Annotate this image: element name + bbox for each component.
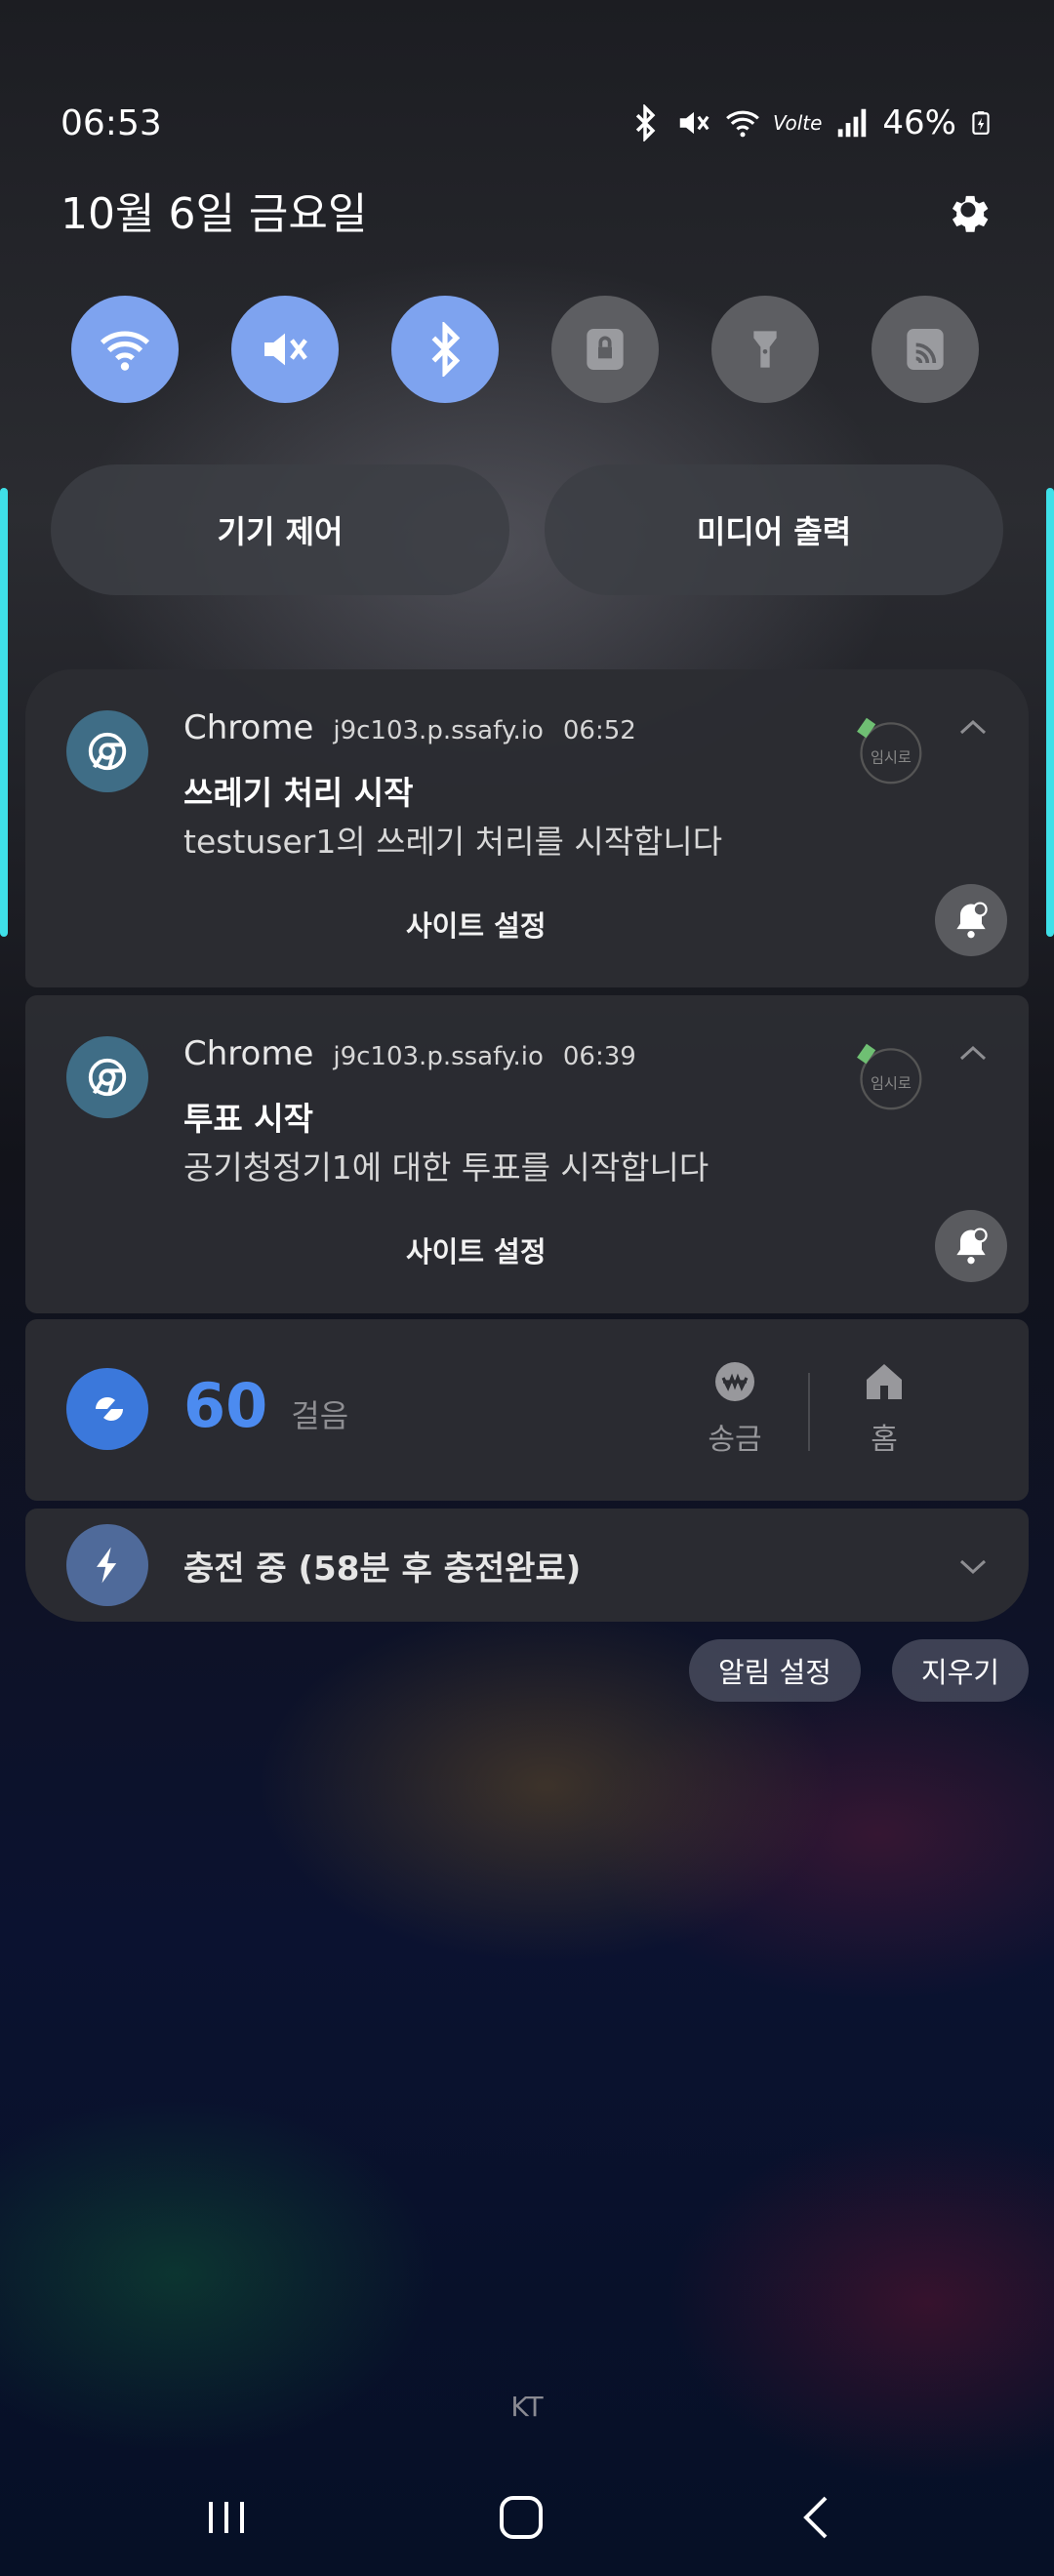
- date-row: 10월 6일 금요일: [61, 176, 993, 244]
- status-bar: 06:53 Volte 46%: [61, 98, 993, 148]
- notification-time: 06:39: [562, 1042, 636, 1071]
- wifi-icon: [726, 110, 759, 138]
- app-name: Chrome: [183, 708, 314, 747]
- mute-icon: [679, 111, 709, 135]
- charging-status: 충전 중 (58분 후 충전완료): [183, 1550, 582, 1589]
- tile-bluetooth[interactable]: [391, 296, 499, 403]
- volte-label: Volte: [772, 111, 823, 135]
- tile-sound-mute[interactable]: [231, 296, 339, 403]
- send-money-label: 송금: [708, 1423, 762, 1457]
- notification-title: 쓰레기 처리 시작: [183, 774, 414, 812]
- send-money-shortcut[interactable]: 송금: [686, 1358, 784, 1458]
- tile-screen-lock[interactable]: [551, 296, 659, 403]
- chrome-icon: [88, 1058, 127, 1097]
- bluetooth-icon: [635, 104, 656, 141]
- home-icon: [867, 1364, 902, 1399]
- notification-actions: 알림 설정 지우기: [689, 1639, 1029, 1702]
- lightning-icon: [97, 1547, 117, 1584]
- notification-header: Chrome j9c103.p.ssafy.io 06:39: [183, 1034, 636, 1073]
- tile-cast[interactable]: [872, 296, 979, 403]
- home-button-icon[interactable]: [492, 2488, 550, 2547]
- control-pills: 기기 제어 미디어 출력: [51, 464, 1003, 595]
- chrome-app-icon: [66, 1036, 148, 1118]
- notification-card[interactable]: Chrome j9c103.p.ssafy.io 06:39 임시로 투표 시작…: [25, 995, 1029, 1313]
- home-shortcut[interactable]: 홈: [835, 1358, 933, 1458]
- notification-settings-button[interactable]: 알림 설정: [689, 1639, 861, 1702]
- device-control-button[interactable]: 기기 제어: [51, 464, 509, 595]
- notification-body: testuser1의 쓰레기 처리를 시작합니다: [183, 823, 723, 861]
- flashlight-icon: [753, 331, 777, 368]
- charging-app-icon: [66, 1524, 148, 1606]
- steps-card[interactable]: 60 걸음 송금 홈: [25, 1319, 1029, 1501]
- send-money-icon: [715, 1362, 754, 1401]
- status-icons: Volte 46%: [627, 103, 993, 142]
- site-settings-button[interactable]: 사이트 설정: [406, 904, 547, 945]
- mute-icon: [264, 333, 307, 366]
- chrome-icon: [88, 732, 127, 771]
- notification-header: Chrome j9c103.p.ssafy.io 06:52: [183, 708, 636, 747]
- step-unit: 걸음: [291, 1397, 349, 1434]
- clear-all-button[interactable]: 지우기: [891, 1639, 1029, 1702]
- notification-title: 투표 시작: [183, 1100, 313, 1138]
- divider: [808, 1373, 810, 1451]
- notification-card[interactable]: Chrome j9c103.p.ssafy.io 06:52 임시로 쓰레기 처…: [25, 669, 1029, 987]
- pay-app-icon: [66, 1368, 148, 1450]
- chrome-app-icon: [66, 710, 148, 792]
- notification-body: 공기청정기1에 대한 투표를 시작합니다: [183, 1148, 709, 1187]
- tile-wifi[interactable]: [71, 296, 179, 403]
- snooze-button[interactable]: [935, 1210, 1007, 1282]
- signal-icon: [838, 108, 867, 138]
- date-label: 10월 6일 금요일: [61, 189, 368, 239]
- cast-icon: [907, 329, 944, 370]
- media-output-button[interactable]: 미디어 출력: [545, 464, 1003, 595]
- snooze-bell-icon: [956, 1228, 988, 1265]
- status-time: 06:53: [61, 102, 162, 143]
- home-label: 홈: [871, 1423, 898, 1457]
- site-url: j9c103.p.ssafy.io: [333, 1042, 544, 1071]
- site-settings-button[interactable]: 사이트 설정: [406, 1229, 547, 1270]
- edge-lighting-left: [0, 488, 8, 937]
- carrier-label: KT: [510, 2391, 544, 2423]
- back-icon[interactable]: [789, 2488, 847, 2547]
- settings-gear-icon[interactable]: [943, 184, 993, 235]
- collapse-chevron-icon[interactable]: [958, 1044, 988, 1062]
- snooze-button[interactable]: [935, 884, 1007, 956]
- battery-percent: 46%: [882, 103, 956, 142]
- app-name: Chrome: [183, 1034, 314, 1073]
- recent-apps-icon[interactable]: [197, 2488, 256, 2547]
- svg-text:임시로: 임시로: [871, 748, 912, 766]
- bluetooth-icon: [431, 322, 461, 377]
- pay-logo-icon: [95, 1396, 124, 1422]
- notification-time: 06:52: [562, 716, 636, 745]
- stamp-icon: 임시로: [857, 717, 922, 785]
- navigation-bar: [0, 2478, 1054, 2556]
- lock-icon: [587, 329, 624, 370]
- snooze-bell-icon: [956, 902, 988, 939]
- stamp-icon: 임시로: [857, 1043, 922, 1110]
- site-url: j9c103.p.ssafy.io: [333, 716, 544, 745]
- tile-flashlight[interactable]: [711, 296, 819, 403]
- battery-charging-icon: [972, 111, 990, 135]
- charging-card[interactable]: 충전 중 (58분 후 충전완료): [25, 1509, 1029, 1622]
- step-count: 60: [183, 1370, 268, 1441]
- quick-settings-tiles: [71, 296, 979, 403]
- expand-chevron-icon[interactable]: [958, 1557, 988, 1575]
- svg-text:임시로: 임시로: [871, 1074, 912, 1092]
- wifi-icon: [100, 331, 150, 371]
- collapse-chevron-icon[interactable]: [958, 718, 988, 736]
- edge-lighting-right: [1046, 488, 1054, 937]
- step-counter: 60 걸음: [183, 1370, 348, 1441]
